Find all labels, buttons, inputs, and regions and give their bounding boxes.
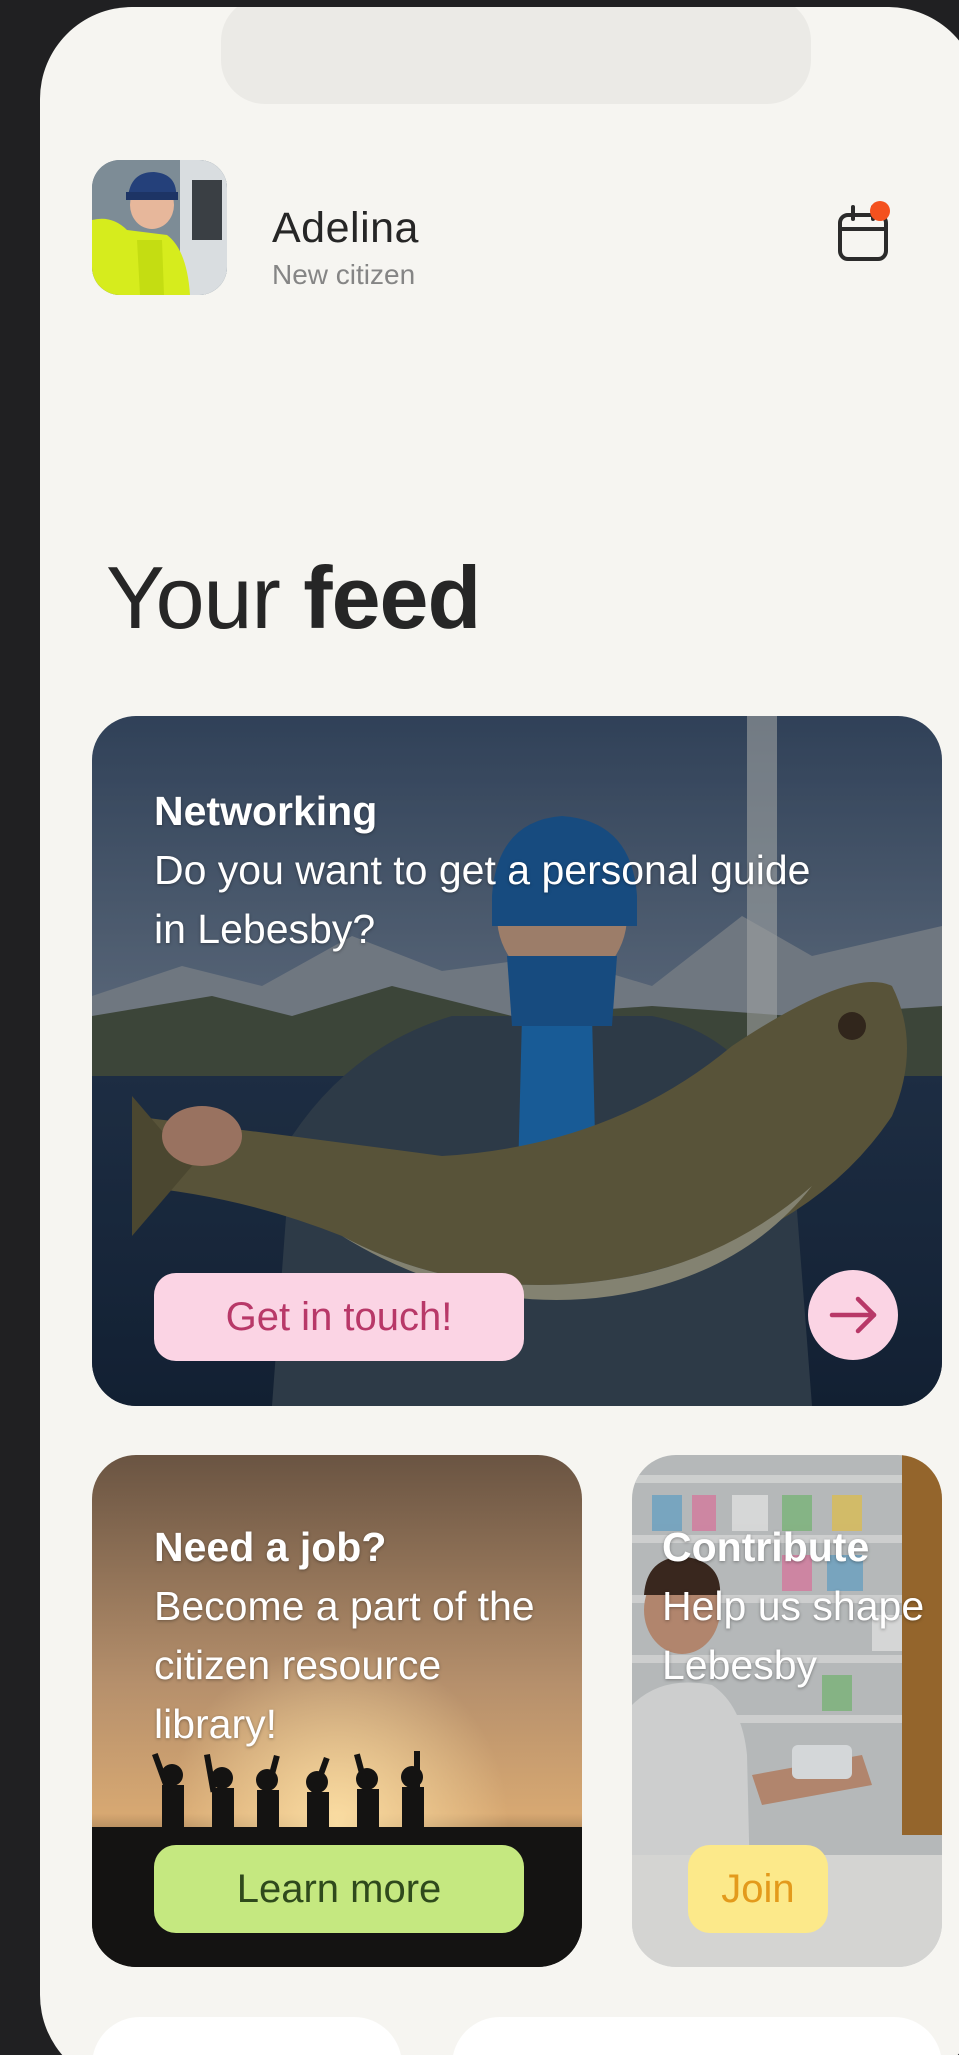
user-photo	[92, 160, 227, 295]
feed-title-light: Your	[106, 548, 281, 647]
card-description: Help us shape Lebesby	[662, 1583, 925, 1688]
contribute-card[interactable]: Contribute Help us shape Lebesby Join	[632, 1455, 942, 1967]
networking-card[interactable]: Networking Do you want to get a personal…	[92, 716, 942, 1406]
job-text: Need a job? Become a part of the citizen…	[154, 1518, 574, 1754]
notification-dot	[870, 201, 890, 221]
contribute-text: Contribute Help us shape Lebesby	[662, 1518, 932, 1695]
card-description: Do you want to get a personal guide in L…	[154, 847, 811, 952]
user-status: New citizen	[272, 259, 416, 290]
card-category: Need a job?	[154, 1524, 387, 1570]
get-in-touch-button[interactable]: Get in touch!	[154, 1273, 524, 1361]
status-notch	[221, 7, 811, 104]
feed-title-bold: feed	[303, 548, 481, 647]
join-button[interactable]: Join	[688, 1845, 828, 1933]
page-title: Your feed	[106, 547, 481, 649]
card-category: Contribute	[662, 1524, 870, 1570]
phone-screen: Adelina New citizen Your feed Networking…	[40, 7, 959, 2055]
feed-card-partial[interactable]	[92, 2017, 402, 2055]
learn-more-button[interactable]: Learn more	[154, 1845, 524, 1933]
avatar[interactable]	[92, 160, 227, 295]
user-name: Adelina	[272, 204, 419, 252]
networking-text: Networking Do you want to get a personal…	[154, 782, 814, 959]
feed-card-partial[interactable]	[452, 2017, 942, 2055]
card-description: Become a part of the citizen resource li…	[154, 1583, 535, 1747]
next-button[interactable]	[808, 1270, 898, 1360]
card-category: Networking	[154, 788, 378, 834]
calendar-button[interactable]	[836, 197, 896, 267]
calendar-icon	[838, 201, 890, 261]
arrow-right-icon	[829, 1296, 877, 1334]
job-card[interactable]: Need a job? Become a part of the citizen…	[92, 1455, 582, 1967]
